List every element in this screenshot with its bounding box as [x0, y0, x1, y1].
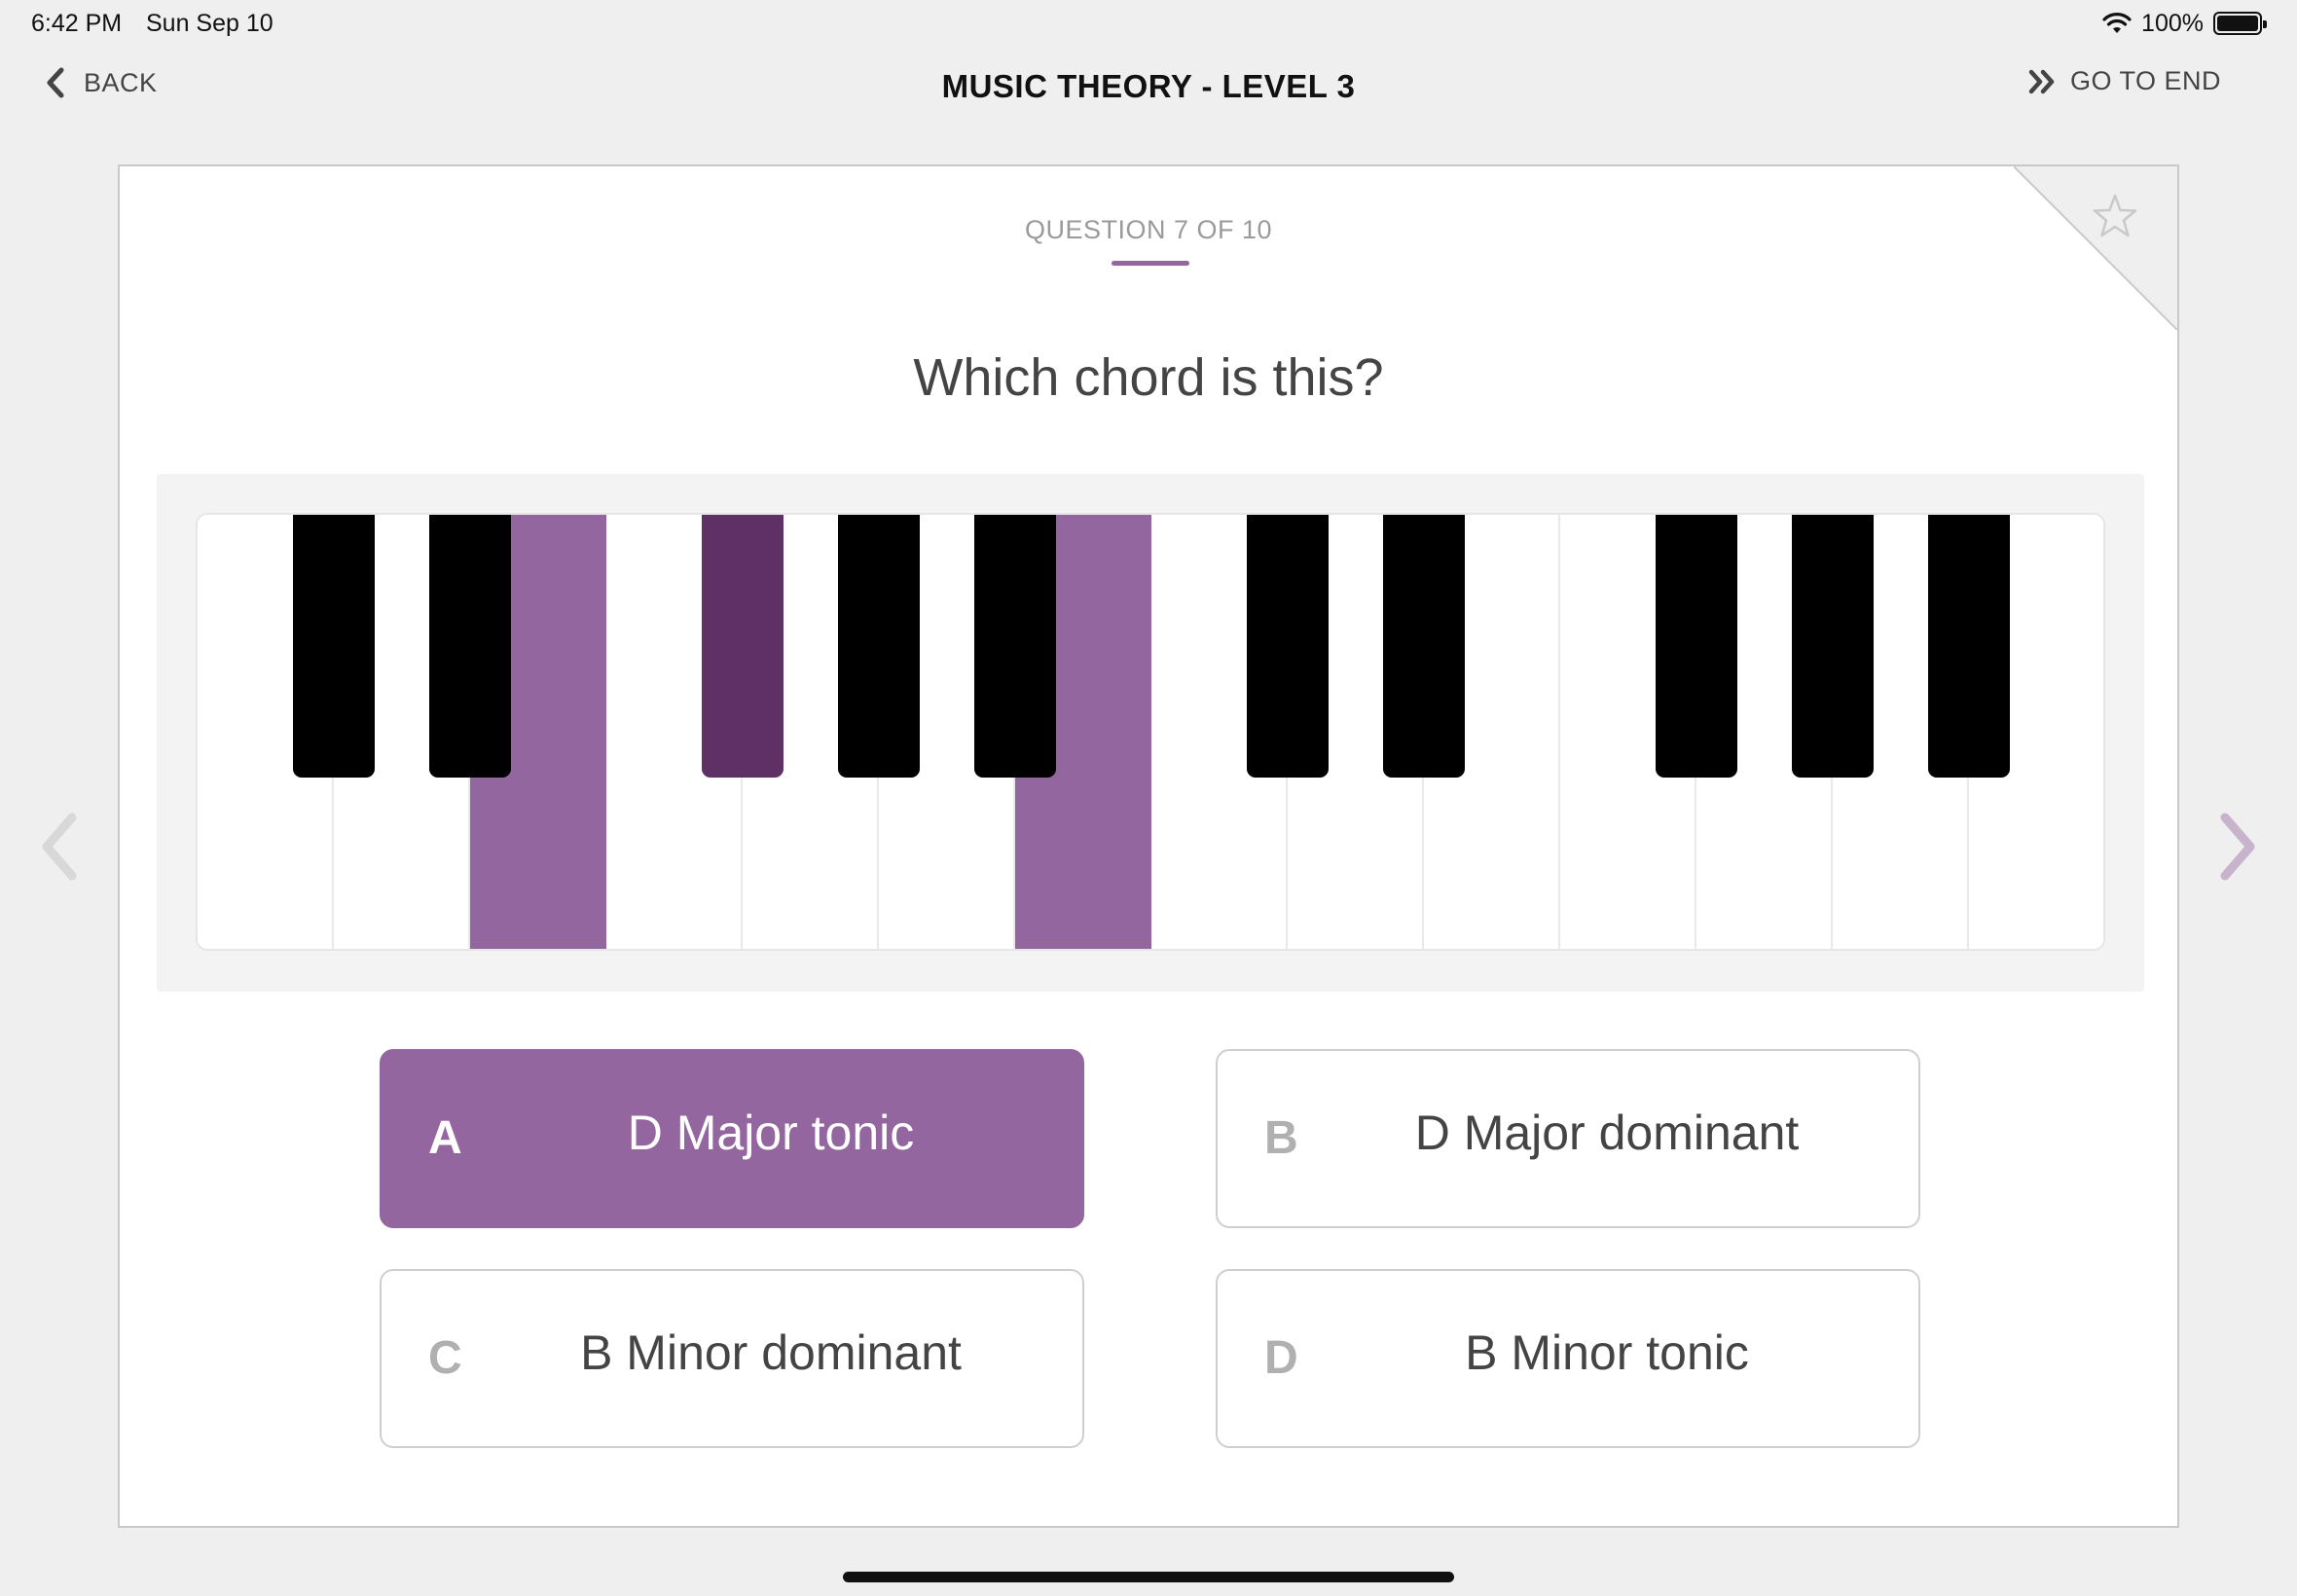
nav-bar: BACK MUSIC THEORY - LEVEL 3 GO TO END [0, 58, 2297, 117]
go-to-end-button[interactable]: GO TO END [2027, 66, 2221, 96]
black-key[interactable] [293, 515, 375, 778]
black-key[interactable] [974, 515, 1056, 778]
black-key[interactable] [1383, 515, 1465, 778]
battery-percent: 100% [2141, 9, 2204, 37]
black-key[interactable] [702, 515, 784, 778]
status-bar: 6:42 PM Sun Sep 10 100% [0, 0, 2297, 47]
previous-question-button[interactable] [35, 808, 84, 886]
next-question-button[interactable] [2213, 808, 2262, 886]
black-key[interactable] [429, 515, 511, 778]
chevron-left-icon [42, 813, 77, 881]
answer-option-b[interactable]: B D Major dominant [1216, 1049, 1920, 1228]
battery-icon [2213, 12, 2267, 35]
answer-label: B Minor tonic [1465, 1325, 1749, 1380]
black-key[interactable] [838, 515, 920, 778]
piano-keyboard [196, 513, 2105, 951]
status-right: 100% [2102, 8, 2267, 39]
double-chevron-right-icon [2028, 69, 2055, 93]
answer-letter: B [1264, 1112, 1298, 1164]
black-key[interactable] [1928, 515, 2010, 778]
question-counter: QUESTION 7 OF 10 [1024, 215, 1273, 244]
chevron-right-icon [2220, 813, 2255, 881]
keyboard-panel [157, 474, 2144, 992]
answer-letter: A [428, 1112, 462, 1164]
answer-label: B Minor dominant [580, 1325, 962, 1380]
answer-letter: C [428, 1332, 462, 1384]
question-card: QUESTION 7 OF 10 Which chord is this? A … [118, 164, 2179, 1528]
black-key[interactable] [1792, 515, 1874, 778]
wifi-icon [2102, 13, 2132, 33]
answer-option-c[interactable]: C B Minor dominant [380, 1269, 1084, 1448]
black-key[interactable] [1247, 515, 1329, 778]
page-title: MUSIC THEORY - LEVEL 3 [941, 68, 1356, 104]
question-counter-underline [1112, 261, 1189, 266]
answer-option-d[interactable]: D B Minor tonic [1216, 1269, 1920, 1448]
answer-letter: D [1264, 1332, 1298, 1384]
home-indicator [843, 1572, 1454, 1582]
answer-label: D Major tonic [627, 1106, 915, 1160]
question-text: Which chord is this? [913, 348, 1384, 407]
black-key[interactable] [1656, 515, 1737, 778]
status-time: 6:42 PM [31, 10, 123, 37]
answer-option-a[interactable]: A D Major tonic [380, 1049, 1084, 1228]
go-to-end-label: GO TO END [2069, 66, 2221, 95]
answer-label: D Major dominant [1414, 1106, 1800, 1160]
status-date: Sun Sep 10 [146, 10, 273, 37]
